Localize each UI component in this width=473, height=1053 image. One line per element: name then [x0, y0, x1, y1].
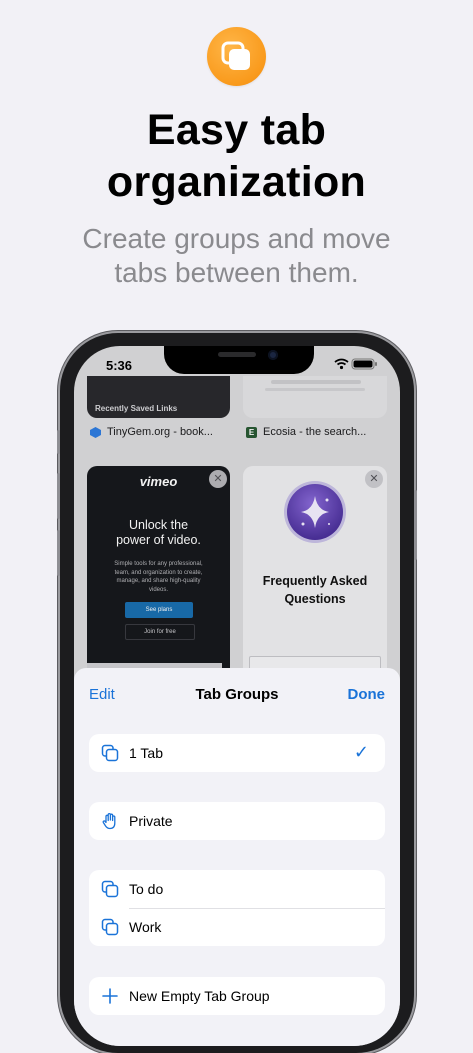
tabs-icon [101, 744, 119, 762]
notch [164, 346, 314, 374]
app-icon [207, 27, 266, 86]
edit-button[interactable]: Edit [89, 686, 115, 703]
subheadline: Create groups and move tabs between them… [82, 223, 391, 288]
hand-raised-icon [102, 812, 116, 830]
tab-group-row-1-tab[interactable]: 1 Tab ✓ [89, 734, 385, 772]
headline: Easy tab organization [106, 106, 367, 206]
phone-screen: 5:36 Recently Saved Links TinyGem.org - … [74, 346, 400, 1046]
tabs-icon [101, 918, 119, 936]
tab-group-label: 1 Tab [129, 745, 163, 761]
side-button-volume-up [57, 473, 60, 519]
tab-group-label: Private [129, 813, 173, 829]
new-empty-tab-group-row[interactable]: New Empty Tab Group [89, 977, 385, 1015]
tab-group-label: Work [129, 919, 162, 935]
side-button-mute [57, 430, 60, 454]
group-section-tabs: 1 Tab ✓ [89, 734, 385, 772]
tabs-icon [101, 880, 119, 898]
tab-group-row-to-do[interactable]: To do [89, 870, 385, 908]
status-icons [334, 357, 378, 375]
front-camera [268, 350, 278, 360]
new-group-label: New Empty Tab Group [129, 988, 270, 1004]
group-section-custom: To do Work [89, 870, 385, 946]
sheet-header: Edit Tab Groups Done [74, 668, 400, 720]
side-button-power [414, 490, 417, 560]
done-button[interactable]: Done [348, 686, 386, 703]
status-time: 5:36 [106, 358, 133, 373]
group-section-new: New Empty Tab Group [89, 977, 385, 1015]
plus-icon [102, 988, 118, 1004]
tabs-icon [221, 41, 250, 70]
speaker [218, 352, 256, 357]
group-section-private: Private [89, 802, 385, 840]
tab-group-row-private[interactable]: Private [89, 802, 385, 840]
checkmark-icon: ✓ [353, 742, 369, 762]
tab-groups-sheet: Edit Tab Groups Done 1 Tab ✓ Private To … [74, 668, 400, 1046]
side-button-volume-down [57, 530, 60, 576]
tab-group-row-work[interactable]: Work [89, 908, 385, 946]
battery-icon [351, 358, 377, 370]
wifi-icon [334, 358, 349, 370]
tab-group-label: To do [129, 881, 164, 897]
